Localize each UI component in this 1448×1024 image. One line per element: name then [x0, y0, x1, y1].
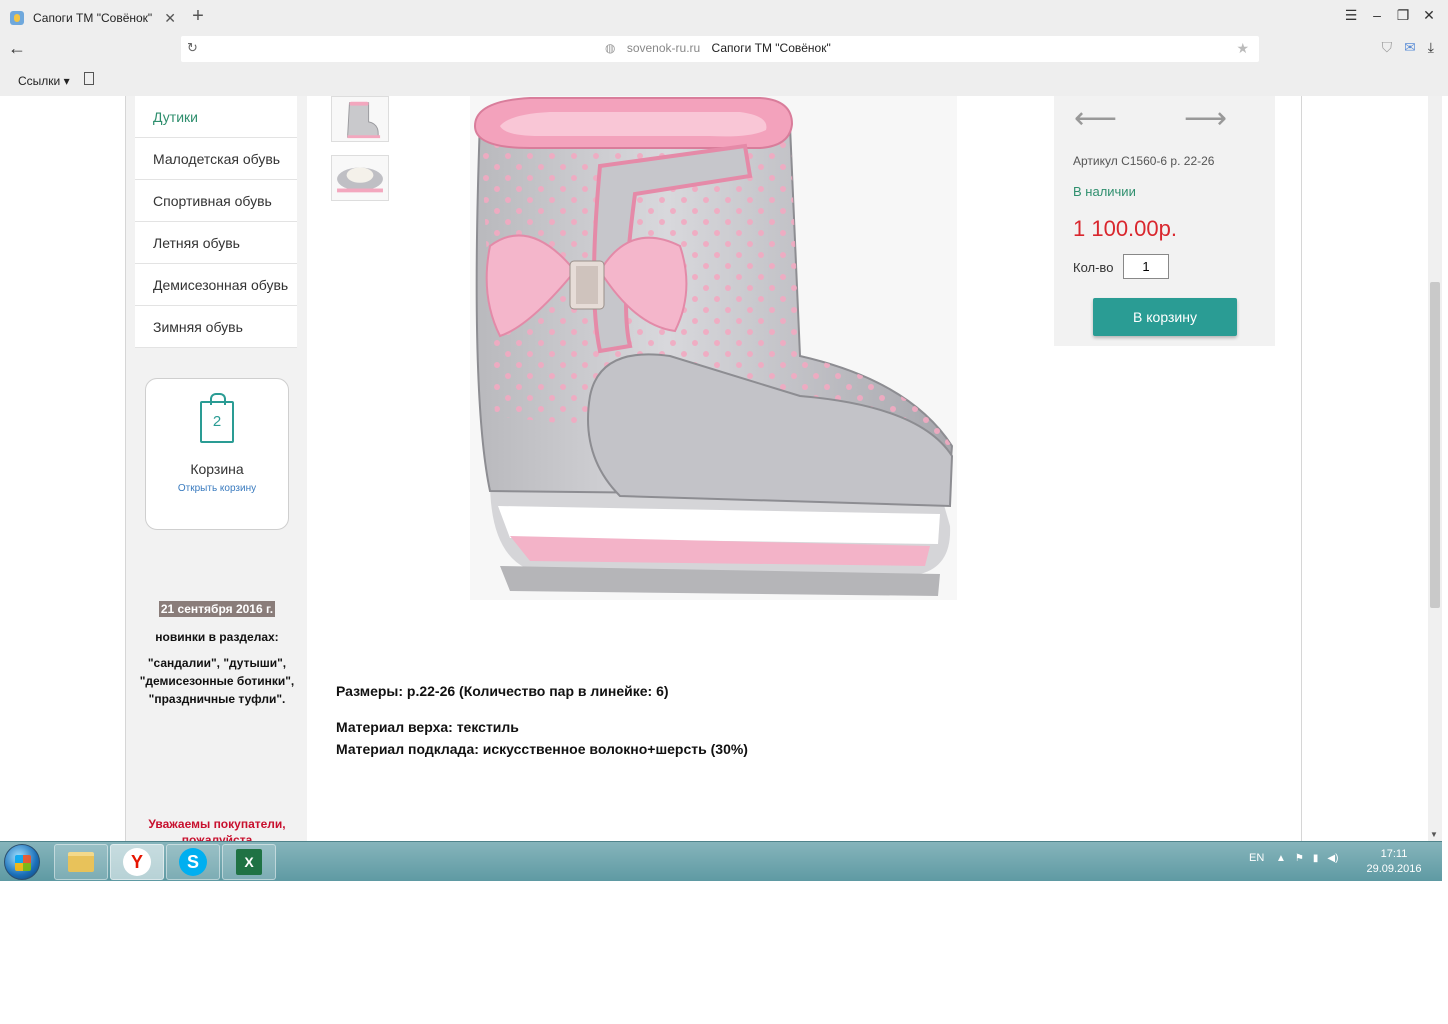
quantity-input[interactable]	[1123, 254, 1169, 279]
url-domain: sovenok-ru.ru	[626, 41, 701, 55]
address-bar[interactable]: ↻ ◍ sovenok-ru.ru Сапоги ТМ "Совёнок" ★	[181, 36, 1259, 62]
cart-count: 2	[212, 413, 222, 430]
bookmarks-bar: Ссылки ▾	[0, 64, 1448, 96]
product-description: Размеры: р.22-26 (Количество пар в линей…	[336, 680, 748, 760]
language-indicator[interactable]: EN	[1249, 852, 1264, 864]
sidebar: Дутики Малодетская обувь Спортивная обув…	[125, 96, 307, 841]
content-right-border	[1301, 96, 1302, 841]
back-button[interactable]: ←	[8, 38, 26, 59]
taskbar-explorer[interactable]	[54, 844, 108, 880]
window-controls: ☰ – ❐ ✕	[1344, 7, 1436, 24]
taskbar-excel[interactable]: X	[222, 844, 276, 880]
prev-arrow-icon[interactable]: ⟵	[1074, 104, 1117, 134]
bookmark-star-icon[interactable]: ★	[1236, 40, 1249, 57]
news-line-2: "сандалии", "дутыши", "демисезонные боти…	[139, 656, 295, 706]
category-menu: Дутики Малодетская обувь Спортивная обув…	[135, 96, 297, 348]
product-price: 1 100.00р.	[1073, 216, 1177, 241]
thumbnail-1[interactable]	[331, 96, 389, 142]
clock-time: 17:11	[1380, 848, 1408, 860]
battery-icon[interactable]: ▮	[1313, 853, 1319, 864]
page-scrollbar[interactable]: ▼	[1428, 96, 1442, 841]
boot-thumbnail-image	[332, 97, 388, 141]
cart-title: Корзина	[190, 461, 244, 477]
boot-top-thumbnail-image	[332, 156, 388, 200]
shield-icon[interactable]: ⛉	[1382, 39, 1393, 56]
system-clock[interactable]: 17:11 29.09.2016	[1366, 847, 1422, 877]
folder-icon	[68, 852, 94, 872]
owl-favicon-icon	[10, 11, 24, 25]
reload-icon[interactable]: ↻	[187, 40, 198, 56]
category-item-sport-shoes[interactable]: Спортивная обувь	[135, 180, 297, 222]
browser-tab[interactable]: Сапоги ТМ "Совёнок" ✕	[0, 3, 180, 33]
category-item-demiseason-shoes[interactable]: Демисезонная обувь	[135, 264, 297, 306]
product-sku: Артикул С1560-6 р. 22-26	[1073, 154, 1215, 168]
page-icon[interactable]	[84, 72, 94, 85]
page-viewport: Дутики Малодетская обувь Спортивная обув…	[0, 96, 1428, 841]
customer-notice: Уважаемы покупатели, пожалуйста	[148, 817, 286, 841]
product-thumbnails	[331, 96, 389, 214]
thumbnail-2[interactable]	[331, 155, 389, 201]
excel-icon: X	[236, 849, 262, 875]
toolbar-icons: ⛉ ✉ ⤓	[1382, 39, 1434, 56]
category-item-dutiki[interactable]: Дутики	[135, 96, 297, 138]
windows-taskbar: Y S X EN ▲ ⚑ ▮ ◀) 17:11 29.09.2016	[0, 841, 1442, 881]
next-arrow-icon[interactable]: ⟶	[1184, 104, 1227, 134]
system-tray: ▲ ⚑ ▮ ◀)	[1276, 853, 1338, 864]
news-date-wrap: 21 сентября 2016 г.	[126, 600, 308, 618]
quantity-label: Кол-во	[1073, 260, 1114, 275]
category-item-baby-shoes[interactable]: Малодетская обувь	[135, 138, 297, 180]
restore-icon[interactable]: ❐	[1396, 7, 1410, 24]
category-item-winter-shoes[interactable]: Зимняя обувь	[135, 306, 297, 348]
cart-widget[interactable]: 2 Корзина Открыть корзину	[145, 378, 289, 530]
url-page-title: Сапоги ТМ "Совёнок"	[711, 41, 831, 55]
close-window-icon[interactable]: ✕	[1422, 7, 1436, 24]
stock-status: В наличии	[1073, 184, 1136, 199]
tab-title: Сапоги ТМ "Совёнок"	[33, 11, 153, 25]
winter-boot-image	[470, 96, 957, 600]
tab-close-icon[interactable]: ✕	[164, 10, 176, 27]
sizes-text: Размеры: р.22-26 (Количество пар в линей…	[336, 683, 669, 699]
taskbar-skype[interactable]: S	[166, 844, 220, 880]
new-tab-button[interactable]: +	[188, 5, 208, 28]
start-button[interactable]	[4, 844, 40, 880]
add-to-cart-button[interactable]: В корзину	[1093, 298, 1237, 336]
news-text: новинки в разделах: "сандалии", "дутыши"…	[134, 628, 300, 716]
taskbar-yandex-browser[interactable]: Y	[110, 844, 164, 880]
scrollbar-thumb[interactable]	[1430, 282, 1440, 608]
news-line-1: новинки в разделах:	[155, 630, 279, 644]
skype-icon: S	[179, 848, 207, 876]
category-item-summer-shoes[interactable]: Летняя обувь	[135, 222, 297, 264]
yandex-icon: Y	[123, 848, 151, 876]
material-top-text: Материал верха: текстиль	[336, 719, 519, 735]
volume-icon[interactable]: ◀)	[1327, 853, 1338, 864]
material-lining-text: Материал подклада: искусственное волокно…	[336, 741, 748, 757]
tray-expand-icon[interactable]: ▲	[1276, 853, 1286, 864]
shopping-bag-icon: 2	[200, 393, 234, 443]
download-icon[interactable]: ⤓	[1428, 39, 1434, 56]
minimize-icon[interactable]: –	[1370, 7, 1384, 24]
news-date: 21 сентября 2016 г.	[158, 601, 276, 617]
url-display[interactable]: ◍ sovenok-ru.ru Сапоги ТМ "Совёнок"	[605, 41, 831, 55]
clock-date: 29.09.2016	[1366, 863, 1422, 875]
menu-icon[interactable]: ☰	[1344, 7, 1358, 24]
browser-toolbar: ← ↻ ◍ sovenok-ru.ru Сапоги ТМ "Совёнок" …	[0, 34, 1448, 64]
scroll-down-icon[interactable]: ▼	[1430, 830, 1438, 839]
open-cart-link[interactable]: Открыть корзину	[146, 483, 288, 494]
bookmarks-links-menu[interactable]: Ссылки ▾	[18, 74, 70, 88]
globe-icon: ◍	[605, 41, 616, 55]
product-main-image[interactable]	[470, 96, 957, 600]
flag-icon[interactable]: ⚑	[1295, 853, 1304, 864]
mail-icon[interactable]: ✉	[1404, 39, 1416, 56]
screen: Сапоги ТМ "Совёнок" ✕ + ☰ – ❐ ✕ ← ↻ ◍ so…	[0, 0, 1448, 882]
tab-bar: Сапоги ТМ "Совёнок" ✕ + ☰ – ❐ ✕	[0, 0, 1448, 34]
buy-panel: ⟵ ⟶ Артикул С1560-6 р. 22-26 В наличии 1…	[1054, 96, 1275, 346]
